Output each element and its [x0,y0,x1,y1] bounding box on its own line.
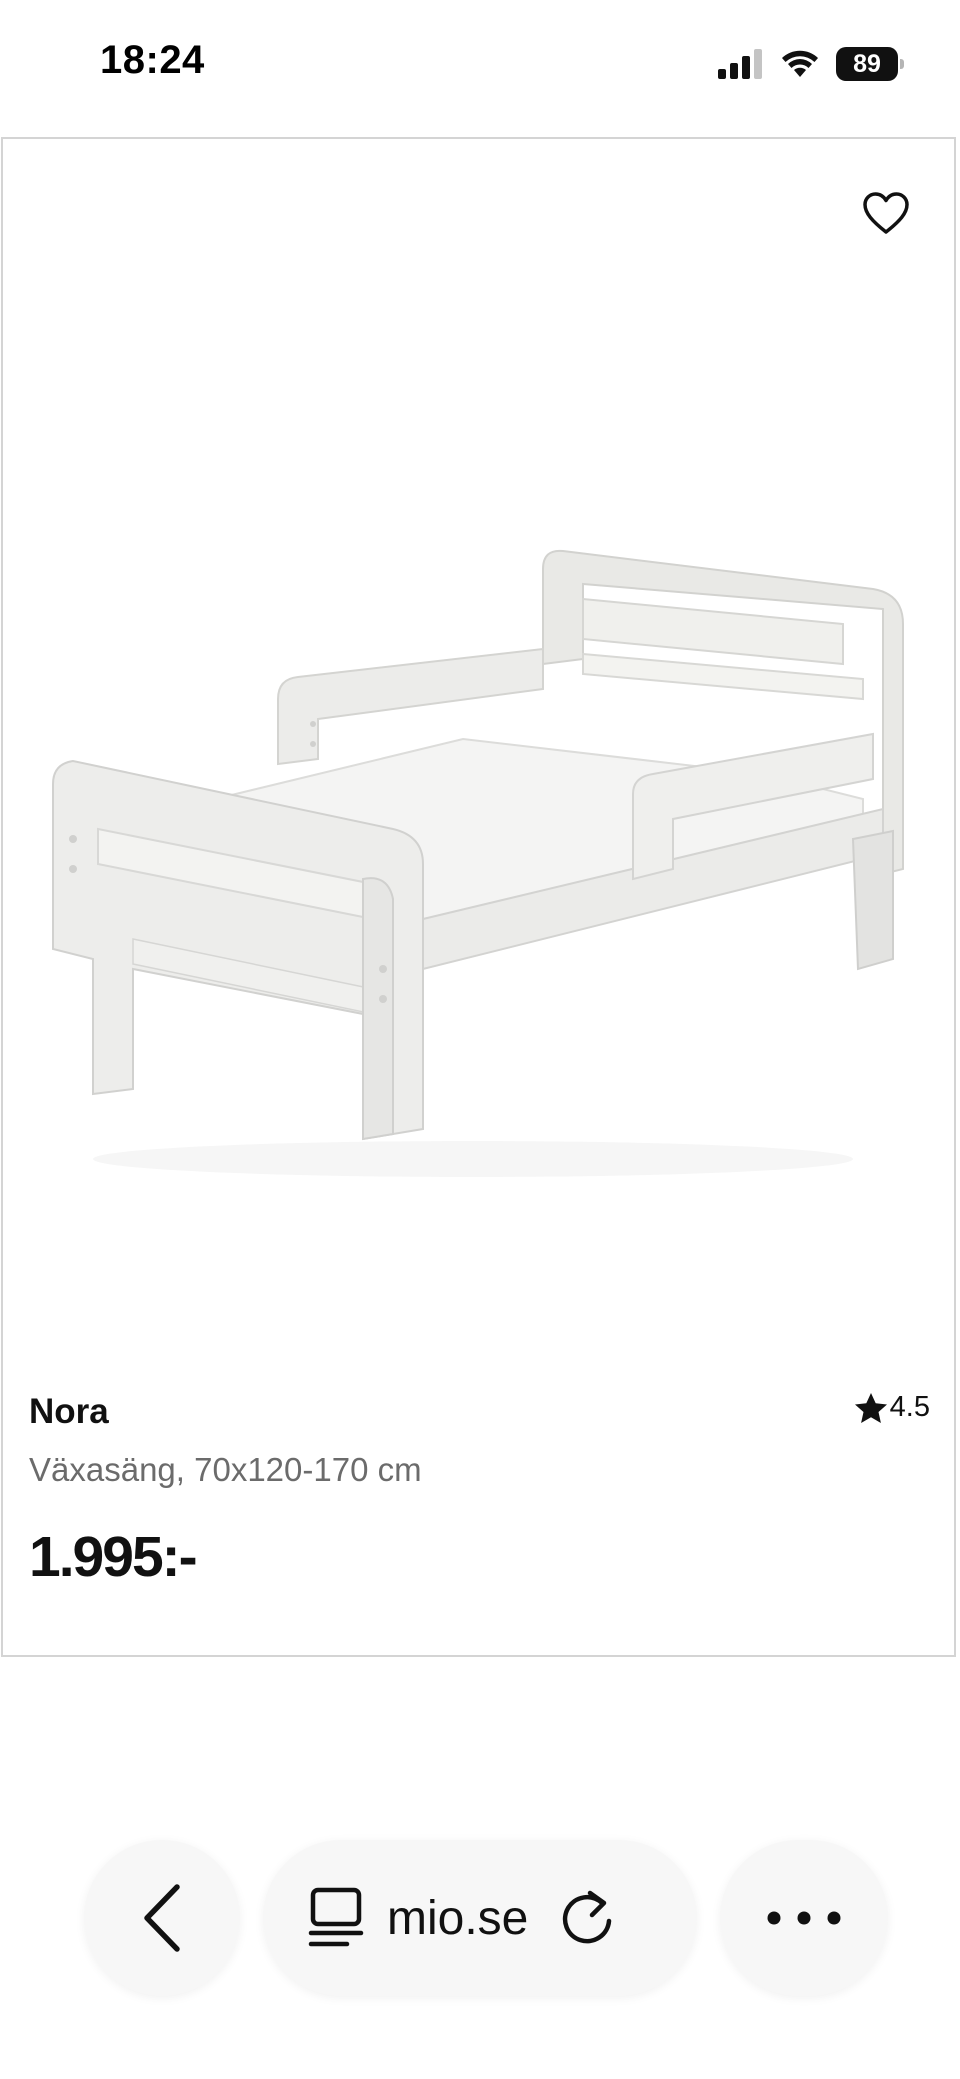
back-button[interactable] [84,1840,240,1996]
product-rating: 4.5 [854,1391,930,1424]
product-name[interactable]: Nora [29,1392,109,1432]
star-icon [854,1392,887,1423]
page-menu-button[interactable] [307,1886,365,1950]
chevron-left-icon [144,1884,180,1952]
favorite-button[interactable] [858,185,914,241]
address-bar[interactable]: mio.se [263,1840,697,1996]
heart-outline-icon [863,192,909,234]
wifi-icon [782,50,818,77]
url-text[interactable]: mio.se [387,1891,528,1946]
status-time: 18:24 [100,38,205,82]
reload-button[interactable] [558,1887,616,1949]
rating-value: 4.5 [889,1391,930,1423]
product-card[interactable]: Nora 4.5 Växasäng, 70x120-170 cm 1.995:- [1,137,956,1657]
battery-level: 89 [853,49,881,78]
status-bar: 18:24 89 [0,0,960,130]
more-dots-icon [767,1911,841,1925]
product-price: 1.995:- [29,1525,198,1589]
battery-tip [900,59,904,69]
browser-toolbar: mio.se [0,1700,960,2079]
more-button[interactable] [720,1840,888,1996]
reload-icon [563,1890,612,1944]
battery-icon: 89 [836,47,904,81]
status-icons: 89 [718,44,904,84]
page-menu-icon [308,1887,364,1947]
cellular-signal-icon [718,49,762,79]
product-description: Växasäng, 70x120-170 cm [29,1451,422,1488]
product-image[interactable] [43,539,923,1319]
